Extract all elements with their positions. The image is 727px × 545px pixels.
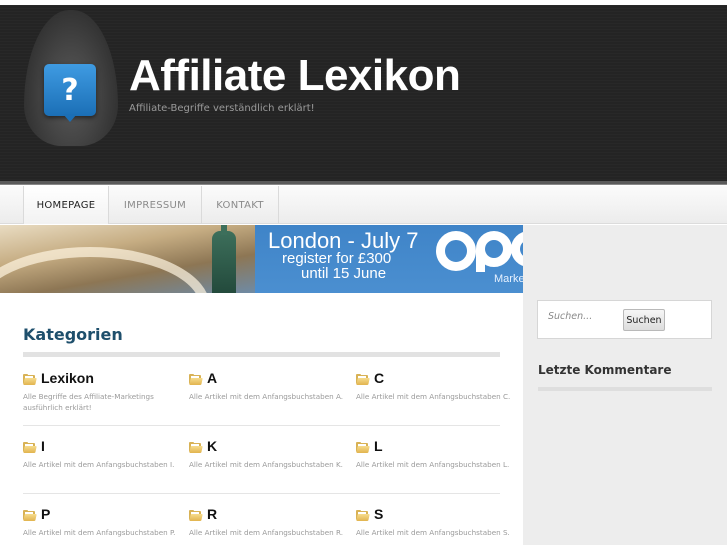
category-description: Alle Artikel mit dem Anfangsbuchstaben I… [23,460,175,469]
categories-heading: Kategorien [23,325,123,344]
folder-icon [23,509,37,521]
search-button[interactable]: Suchen [623,309,665,331]
category-item: Lexikon Alle Begriffe des Affiliate-Mark… [23,370,183,413]
category-title[interactable]: L [374,438,383,454]
category-item: S Alle Artikel mit dem Anfangsbuchstaben… [356,506,516,538]
category-title[interactable]: R [207,506,217,522]
category-description: Alle Artikel mit dem Anfangsbuchstaben S… [356,528,510,537]
category-description: Alle Artikel mit dem Anfangsbuchstaben L… [356,460,510,469]
category-description: Alle Begriffe des Affiliate-Marketings a… [23,392,154,412]
nav-item-impressum[interactable]: IMPRESSUM [109,186,202,224]
folder-icon [189,509,203,521]
logo-speech-tail [63,114,77,122]
folder-icon [189,441,203,453]
banner-spire [221,225,227,235]
logo-glyph: ? [61,72,79,108]
category-description: Alle Artikel mit dem Anfangsbuchstaben K… [189,460,343,469]
row-divider [23,493,500,494]
category-description: Alle Artikel mit dem Anfangsbuchstaben P… [23,528,176,537]
banner-tower [212,231,236,293]
category-item: P Alle Artikel mit dem Anfangsbuchstaben… [23,506,183,538]
nav-item-kontakt[interactable]: KONTAKT [202,186,279,224]
row-divider [23,425,500,426]
recent-comments-heading: Letzte Kommentare [538,363,672,377]
category-title[interactable]: A [207,370,217,386]
category-item: I Alle Artikel mit dem Anfangsbuchstaben… [23,438,183,470]
site-title[interactable]: Affiliate Lexikon [129,51,461,101]
category-item: C Alle Artikel mit dem Anfangsbuchstaben… [356,370,516,402]
category-title[interactable]: I [41,438,45,454]
folder-icon [356,441,370,453]
category-description: Alle Artikel mit dem Anfangsbuchstaben C… [356,392,511,401]
main-navigation: HOMEPAGE IMPRESSUM KONTAKT [0,186,727,224]
site-tagline: Affiliate-Begriffe verständlich erklärt! [129,103,315,114]
category-title[interactable]: C [374,370,384,386]
ops-logo-o [436,231,476,271]
folder-icon [189,373,203,385]
heading-divider [23,352,500,357]
category-description: Alle Artikel mit dem Anfangsbuchstaben R… [189,528,343,537]
category-item: K Alle Artikel mit dem Anfangsbuchstaben… [189,438,349,470]
folder-icon [356,509,370,521]
search-input[interactable] [548,307,618,325]
category-title[interactable]: S [374,506,383,522]
category-item: R Alle Artikel mit dem Anfangsbuchstaben… [189,506,349,538]
header-divider [0,181,727,185]
sidebar [523,225,727,545]
question-mark-icon[interactable]: ? [44,64,96,116]
folder-icon [356,373,370,385]
category-item: L Alle Artikel mit dem Anfangsbuchstaben… [356,438,516,470]
banner-deadline: until 15 June [301,265,387,282]
nav-item-homepage[interactable]: HOMEPAGE [23,186,109,224]
category-title[interactable]: P [41,506,50,522]
recent-comments-divider [538,387,712,391]
category-title[interactable]: K [207,438,217,454]
folder-icon [23,441,37,453]
category-title[interactable]: Lexikon [41,370,94,386]
category-item: A Alle Artikel mit dem Anfangsbuchstaben… [189,370,349,402]
folder-icon [23,373,37,385]
category-description: Alle Artikel mit dem Anfangsbuchstaben A… [189,392,344,401]
ops-logo-p-stem [476,249,485,272]
